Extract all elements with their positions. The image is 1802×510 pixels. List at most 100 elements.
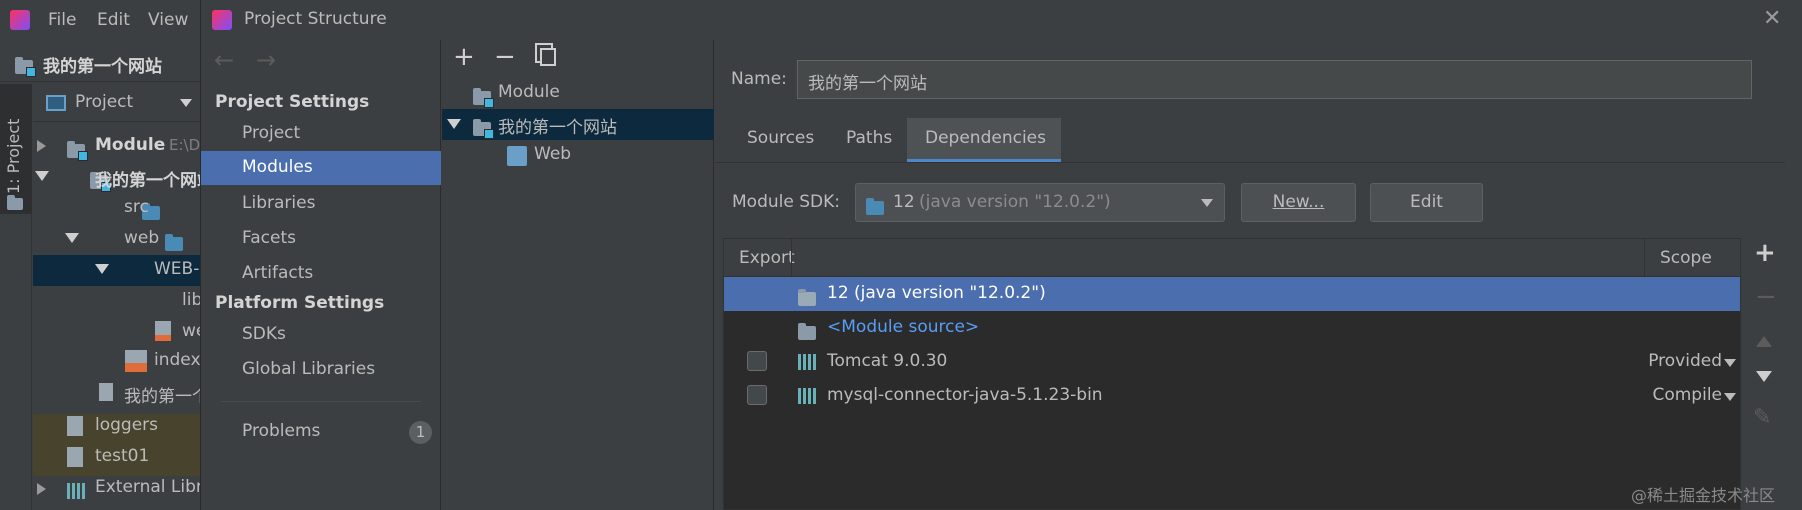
tree-item-website[interactable]: 我的第一个网站: [95, 166, 210, 191]
dependency-name: 12 (java version "12.0.2"): [827, 283, 1046, 303]
project-view-label[interactable]: Project: [75, 92, 133, 112]
name-label: Name:: [731, 69, 787, 89]
nav-item-facets[interactable]: Facets: [242, 228, 296, 248]
collapse-icon[interactable]: [35, 171, 49, 181]
side-tab-project[interactable]: 1: Project: [0, 84, 32, 214]
nav-item-global-libraries[interactable]: Global Libraries: [242, 359, 375, 379]
table-row[interactable]: mysql-connector-java-5.1.23-bin Compile: [724, 379, 1740, 413]
tree-item-external-libraries[interactable]: External Libra: [95, 477, 210, 497]
module-folder-icon: [473, 88, 494, 108]
column-header-export[interactable]: Export: [739, 248, 795, 268]
module-tree-item-module[interactable]: Module: [498, 82, 560, 102]
column-header-scope[interactable]: Scope: [1660, 248, 1712, 268]
nav-item-modules-selected[interactable]: Modules: [201, 151, 441, 185]
menu-view[interactable]: View: [148, 10, 188, 30]
menu-file[interactable]: File: [48, 10, 76, 30]
web-folder-icon: [165, 234, 184, 251]
edit-sdk-button-label: Edit: [1410, 192, 1443, 212]
table-row[interactable]: 12 (java version "12.0.2"): [724, 277, 1740, 311]
nav-item-sdks[interactable]: SDKs: [242, 324, 286, 344]
tree-item-src[interactable]: src: [124, 197, 149, 217]
dialog-titlebar: Project Structure ✕: [201, 0, 1785, 40]
expand-icon[interactable]: [37, 140, 46, 152]
add-icon[interactable]: +: [453, 42, 475, 72]
move-down-icon[interactable]: [1756, 371, 1772, 382]
scope-value[interactable]: Compile: [1644, 385, 1722, 405]
breadcrumb-project-name[interactable]: 我的第一个网站: [43, 52, 162, 77]
collapse-icon[interactable]: [447, 119, 461, 129]
library-icon: [67, 483, 87, 499]
tree-item-web-inf[interactable]: WEB-I: [154, 259, 204, 279]
sdk-folder-icon: [798, 289, 816, 306]
tab-dependencies-active[interactable]: Dependencies: [907, 118, 1061, 162]
table-row[interactable]: <Module source>: [724, 311, 1740, 345]
name-field[interactable]: 我的第一个网站: [797, 60, 1752, 99]
sdk-value: 12: [893, 192, 915, 212]
tree-item-test01[interactable]: test01: [95, 446, 149, 466]
edit-pencil-icon[interactable]: ✎: [1753, 405, 1771, 430]
nav-item-project[interactable]: Project: [242, 123, 300, 143]
menu-edit[interactable]: Edit: [97, 10, 130, 30]
library-icon: [798, 354, 818, 370]
problems-count-badge: 1: [409, 421, 432, 444]
chevron-down-icon[interactable]: [1724, 393, 1736, 401]
module-tree-item-website: 我的第一个网站: [498, 118, 617, 138]
table-row[interactable]: Tomcat 9.0.30 Provided: [724, 345, 1740, 379]
export-checkbox[interactable]: [747, 385, 767, 405]
add-dependency-icon[interactable]: +: [1754, 238, 1776, 268]
text-file-icon: [67, 447, 83, 467]
new-sdk-button[interactable]: New...: [1241, 183, 1356, 222]
tab-divider: [715, 162, 1785, 163]
jsp-file-icon: [125, 350, 147, 372]
column-divider: [1644, 239, 1645, 277]
move-up-icon[interactable]: [1756, 336, 1772, 347]
dependency-name: <Module source>: [827, 317, 980, 337]
module-tree-selected-row[interactable]: 我的第一个网站: [442, 109, 714, 140]
project-view-icon: [46, 95, 66, 111]
intellij-logo-icon: [212, 10, 232, 30]
module-folder-icon: [15, 57, 36, 77]
platform-settings-header: Platform Settings: [215, 293, 385, 313]
tree-item-loggers[interactable]: loggers: [95, 415, 158, 435]
module-tree-item-web[interactable]: Web: [534, 144, 571, 164]
dialog-title: Project Structure: [244, 9, 387, 29]
nav-item-artifacts[interactable]: Artifacts: [242, 263, 313, 283]
project-view-header: Project: [33, 84, 210, 122]
back-arrow-icon[interactable]: ←: [214, 46, 234, 74]
nav-item-problems[interactable]: Problems: [242, 421, 320, 441]
forward-arrow-icon[interactable]: →: [256, 46, 276, 74]
table-toolbar: + − ✎: [1745, 238, 1785, 510]
export-checkbox[interactable]: [747, 351, 767, 371]
collapse-icon[interactable]: [65, 233, 79, 243]
module-list-panel: + − Module 我的第一个网站 Web: [442, 40, 714, 510]
expand-icon[interactable]: [37, 483, 46, 495]
dependencies-table: Export Scope 12 (java version "12.0.2") …: [723, 238, 1741, 510]
remove-dependency-icon[interactable]: −: [1755, 282, 1777, 312]
tree-item-module-path: E:\D: [169, 136, 201, 154]
tree-item-iml[interactable]: 我的第一个: [124, 382, 210, 407]
chevron-down-icon[interactable]: [180, 99, 192, 107]
library-icon: [798, 388, 818, 404]
new-sdk-button-label: New...: [1272, 192, 1325, 212]
tab-sources[interactable]: Sources: [747, 128, 814, 148]
sdk-folder-icon: [866, 198, 884, 215]
tree-item-module[interactable]: Module: [95, 135, 165, 155]
tab-paths[interactable]: Paths: [846, 128, 892, 148]
module-source-folder-icon: [798, 323, 816, 340]
chevron-down-icon[interactable]: [1724, 359, 1736, 367]
iml-file-icon: [99, 383, 113, 401]
settings-sidebar: ← → Project Settings Project Modules Lib…: [201, 40, 441, 510]
tab-dependencies: Dependencies: [925, 128, 1046, 148]
collapse-icon[interactable]: [95, 264, 109, 274]
tree-item-web[interactable]: web: [124, 228, 159, 248]
copy-icon[interactable]: [540, 48, 556, 66]
close-icon[interactable]: ✕: [1763, 6, 1781, 31]
module-folder-icon: [67, 141, 88, 161]
edit-sdk-button[interactable]: Edit: [1370, 183, 1483, 222]
scope-value[interactable]: Provided: [1644, 351, 1722, 371]
remove-icon[interactable]: −: [494, 42, 516, 72]
sdk-dropdown[interactable]: 12 (java version "12.0.2"): [855, 183, 1225, 222]
tree-item-index[interactable]: index: [154, 350, 201, 370]
nav-item-libraries[interactable]: Libraries: [242, 193, 315, 213]
nav-separator: [221, 401, 421, 402]
